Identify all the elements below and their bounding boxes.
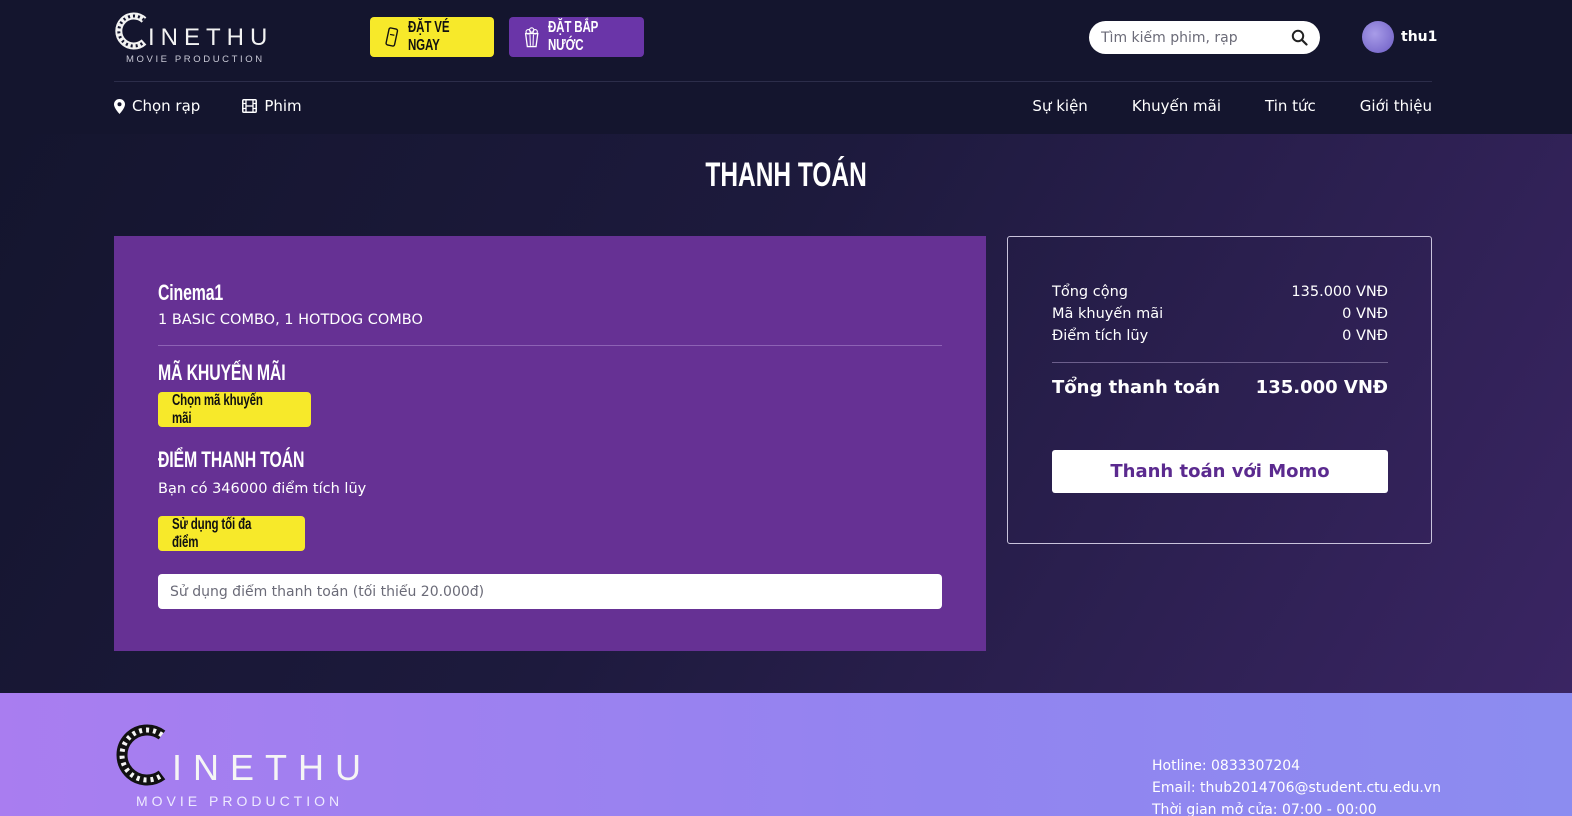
site-logo[interactable]: INETHU MOVIE PRODUCTION bbox=[114, 12, 274, 66]
nav-item-about[interactable]: Giới thiệu bbox=[1360, 97, 1432, 115]
promo-discount-label: Mã khuyến mãi bbox=[1052, 306, 1164, 322]
subtotal-value: 135.000 VNĐ bbox=[1291, 284, 1388, 300]
nav-item-news[interactable]: Tin tức bbox=[1265, 97, 1316, 115]
logo-subtitle: MOVIE PRODUCTION bbox=[126, 54, 265, 65]
film-reel-logo-icon bbox=[116, 724, 166, 786]
nav-item-choose-cinema[interactable]: Chọn rạp bbox=[114, 97, 200, 115]
promo-discount-value: 0 VNĐ bbox=[1342, 306, 1388, 322]
book-ticket-button[interactable]: ĐẶT VÉ NGAY bbox=[370, 17, 494, 57]
points-balance: Bạn có 346000 điểm tích lũy bbox=[158, 481, 367, 497]
contact-info: Hotline: 0833307204 Email: thub2014706@s… bbox=[1152, 755, 1441, 816]
pay-with-momo-button[interactable]: Thanh toán với Momo bbox=[1052, 450, 1388, 493]
popcorn-icon bbox=[524, 27, 539, 48]
cinema-name: Cinema1 bbox=[158, 280, 248, 306]
nav-label-choose-cinema: Chọn rạp bbox=[132, 97, 201, 115]
points-heading: ĐIỂM THANH TOÁN bbox=[158, 447, 361, 473]
footer-logo: INETHU MOVIE PRODUCTION bbox=[114, 723, 374, 813]
book-ticket-label: ĐẶT VÉ NGAY bbox=[407, 19, 450, 54]
username: thu1 bbox=[1401, 29, 1438, 45]
points-input[interactable] bbox=[158, 574, 942, 609]
logo-wordmark: INETHU bbox=[148, 24, 274, 51]
choose-promo-label: Chọn mã khuyến mãi bbox=[172, 391, 263, 427]
site-footer: INETHU MOVIE PRODUCTION Hotline: 0833307… bbox=[0, 693, 1572, 816]
avatar bbox=[1362, 21, 1394, 53]
map-pin-icon bbox=[114, 98, 125, 114]
subtotal-label: Tổng cộng bbox=[1052, 284, 1128, 300]
points-discount-row: Điểm tích lũy 0 VNĐ bbox=[1052, 328, 1388, 344]
film-reel-logo-icon bbox=[115, 12, 147, 50]
email: Email: thub2014706@student.ctu.edu.vn bbox=[1152, 780, 1441, 796]
primary-nav: Chọn rạp Phim bbox=[114, 97, 302, 115]
checkout-main: THANH TOÁN Cinema1 1 BASIC COMBO, 1 HOTD… bbox=[0, 134, 1572, 693]
points-discount-label: Điểm tích lũy bbox=[1052, 328, 1149, 344]
promo-heading: MÃ KHUYẾN MÃI bbox=[158, 360, 335, 386]
order-snacks-button[interactable]: ĐẶT BẮP NƯỚC bbox=[509, 17, 644, 57]
ticket-phone-icon bbox=[385, 27, 399, 47]
nav-item-events[interactable]: Sự kiện bbox=[1032, 97, 1087, 115]
nav-label-movies: Phim bbox=[264, 97, 302, 115]
order-snacks-label: ĐẶT BẮP NƯỚC bbox=[548, 19, 599, 54]
search-input[interactable] bbox=[1101, 29, 1281, 46]
points-heading-text: ĐIỂM THANH TOÁN bbox=[158, 447, 305, 472]
use-max-points-button[interactable]: Sử dụng tối đa điểm bbox=[158, 516, 305, 551]
footer-logo-subtitle: MOVIE PRODUCTION bbox=[136, 793, 344, 809]
subtotal-row: Tổng cộng 135.000 VNĐ bbox=[1052, 284, 1388, 300]
grand-total-value: 135.000 VNĐ bbox=[1255, 377, 1388, 398]
promo-discount-row: Mã khuyến mãi 0 VNĐ bbox=[1052, 306, 1388, 322]
nav-item-movies[interactable]: Phim bbox=[242, 97, 302, 115]
opening-hours: Thời gian mở cửa: 07:00 - 00:00 bbox=[1152, 802, 1377, 816]
site-header: INETHU MOVIE PRODUCTION ĐẶT VÉ NGAY ĐẶT … bbox=[0, 0, 1572, 134]
use-max-points-label: Sử dụng tối đa điểm bbox=[172, 515, 252, 551]
search-box bbox=[1089, 21, 1320, 54]
hotline: Hotline: 0833307204 bbox=[1152, 758, 1301, 774]
nav-item-promotions[interactable]: Khuyến mãi bbox=[1132, 97, 1221, 115]
choose-promo-button[interactable]: Chọn mã khuyến mãi bbox=[158, 392, 311, 427]
header-divider bbox=[114, 81, 1432, 82]
search-icon[interactable] bbox=[1291, 29, 1308, 46]
grand-total-row: Tổng thanh toán 135.000 VNĐ bbox=[1052, 377, 1388, 398]
secondary-nav: Sự kiện Khuyến mãi Tin tức Giới thiệu bbox=[1032, 97, 1432, 115]
payment-summary-card: Tổng cộng 135.000 VNĐ Mã khuyến mãi 0 VN… bbox=[1007, 236, 1432, 544]
cinema-name-text: Cinema1 bbox=[158, 280, 224, 305]
card-divider bbox=[158, 345, 942, 346]
promo-heading-text: MÃ KHUYẾN MÃI bbox=[158, 360, 286, 385]
film-icon bbox=[242, 99, 258, 113]
page-title-text: THANH TOÁN bbox=[705, 156, 867, 194]
order-items: 1 BASIC COMBO, 1 HOTDOG COMBO bbox=[158, 312, 423, 328]
order-details-card: Cinema1 1 BASIC COMBO, 1 HOTDOG COMBO MÃ… bbox=[114, 236, 986, 651]
footer-logo-wordmark: INETHU bbox=[172, 747, 372, 788]
summary-divider bbox=[1052, 362, 1388, 363]
page-title: THANH TOÁN bbox=[0, 156, 1572, 195]
user-menu[interactable]: thu1 bbox=[1362, 21, 1437, 53]
grand-total-label: Tổng thanh toán bbox=[1052, 377, 1221, 398]
points-discount-value: 0 VNĐ bbox=[1342, 328, 1388, 344]
